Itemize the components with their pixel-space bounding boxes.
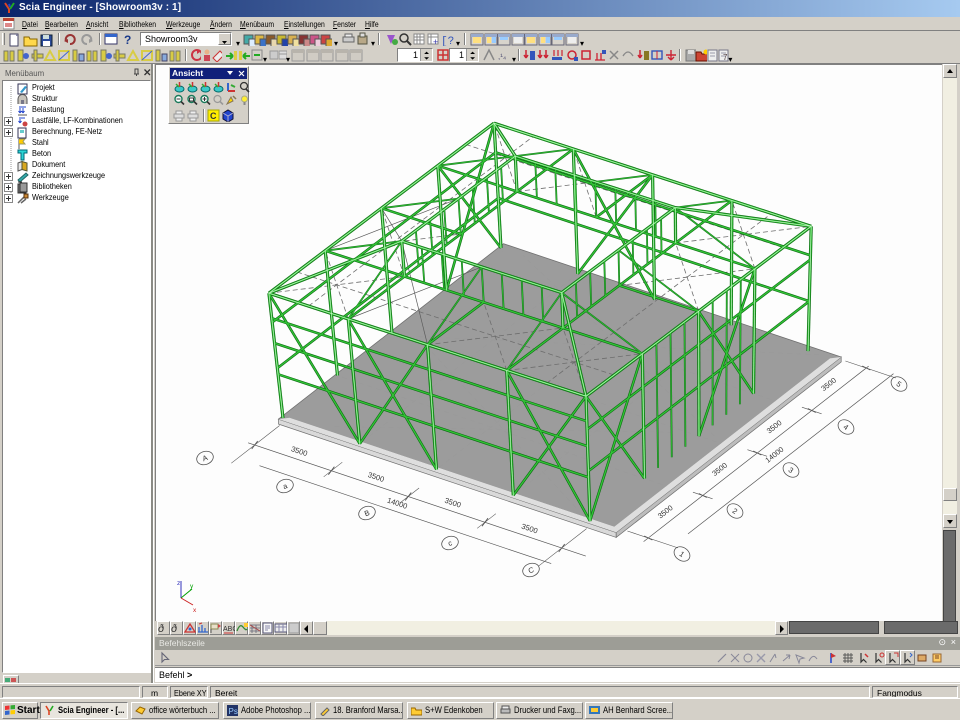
- svg-text:z: z: [177, 580, 180, 587]
- svg-text:a: a: [282, 481, 290, 491]
- svg-text:1: 1: [678, 549, 687, 559]
- svg-text:+: +: [433, 37, 438, 46]
- svg-text:B: B: [363, 508, 371, 518]
- svg-text:ð: ð: [158, 623, 164, 635]
- svg-text:3500: 3500: [520, 522, 539, 536]
- svg-text:c: c: [447, 538, 454, 548]
- svg-text:y: y: [190, 583, 194, 590]
- svg-text:C: C: [527, 565, 536, 576]
- svg-text:Ps: Ps: [229, 707, 238, 716]
- svg-text:3: 3: [787, 465, 796, 475]
- svg-text:[?: [?: [441, 36, 454, 46]
- svg-text:3500: 3500: [710, 461, 729, 478]
- svg-text:14000: 14000: [386, 496, 409, 511]
- svg-text:4: 4: [842, 422, 851, 432]
- svg-text:3500: 3500: [290, 444, 309, 458]
- svg-text:?: ?: [124, 33, 131, 47]
- svg-text:ð: ð: [171, 623, 177, 635]
- svg-text:2: 2: [731, 506, 740, 516]
- svg-text:3500: 3500: [765, 418, 784, 435]
- svg-text:3500: 3500: [443, 496, 462, 510]
- svg-text:x: x: [193, 607, 197, 614]
- svg-text:C: C: [210, 111, 217, 121]
- svg-text:3500: 3500: [656, 503, 675, 520]
- svg-text:3500: 3500: [367, 470, 386, 484]
- svg-text:7: 7: [723, 53, 728, 62]
- svg-text:A: A: [201, 453, 209, 463]
- svg-text:5: 5: [895, 379, 904, 389]
- svg-text:14000: 14000: [763, 445, 785, 465]
- svg-text:3500: 3500: [819, 376, 838, 393]
- svg-text:,¹₄: ,¹₄: [498, 52, 506, 61]
- svg-text:ABC: ABC: [223, 626, 235, 633]
